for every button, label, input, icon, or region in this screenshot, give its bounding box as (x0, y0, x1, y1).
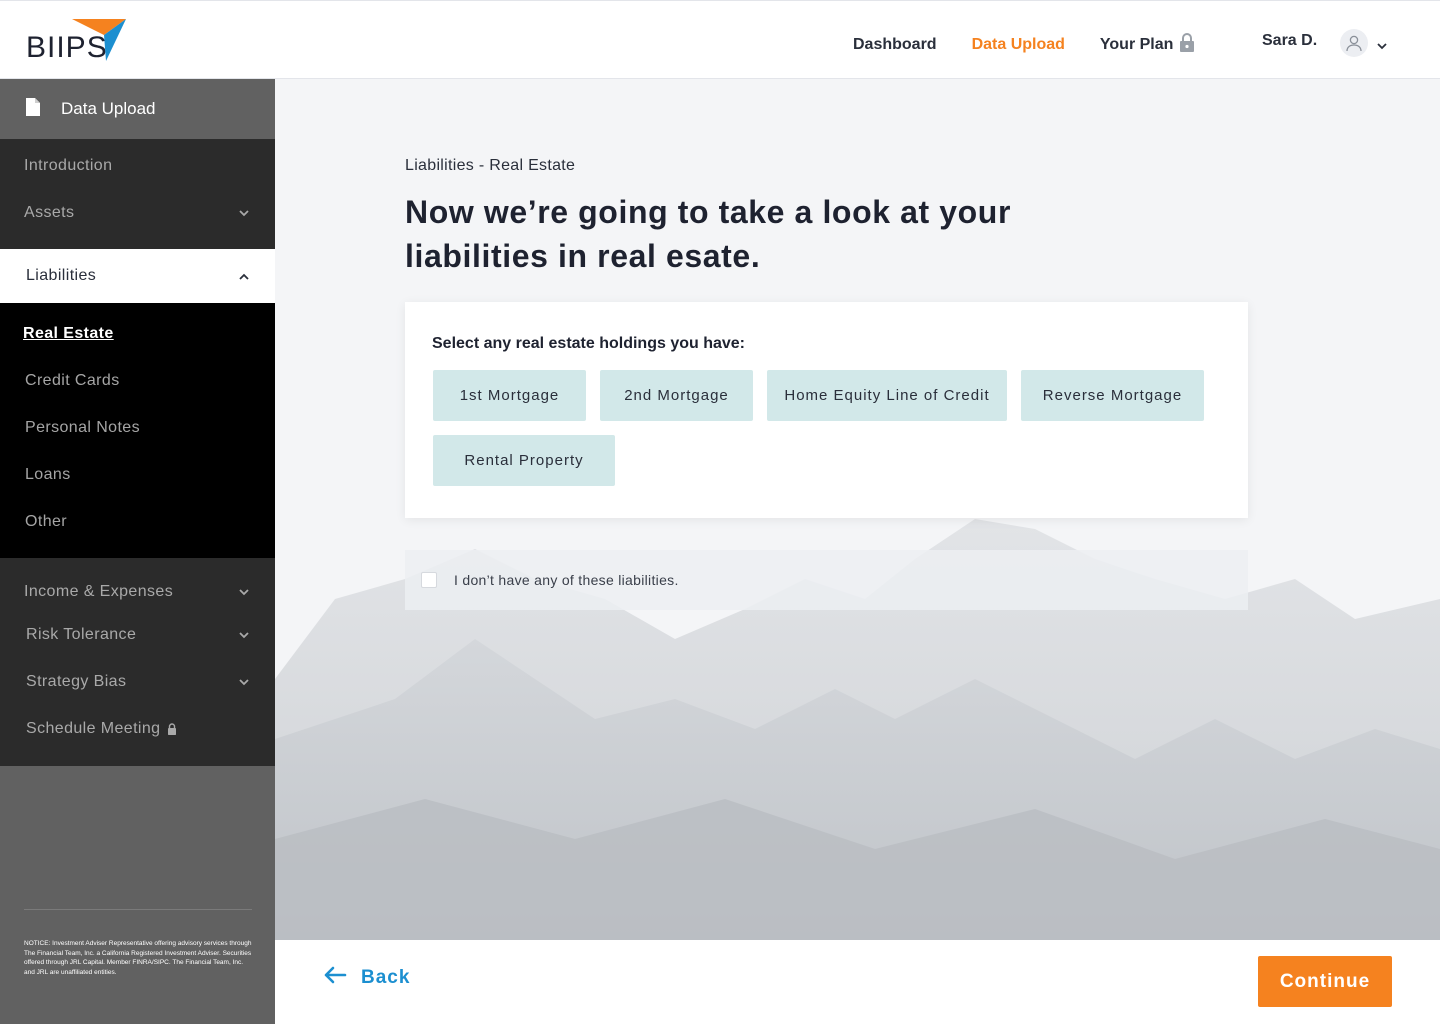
biips-logo[interactable]: BIIPS (24, 17, 128, 65)
sidebar-item-label: Risk Tolerance (26, 626, 137, 643)
option-1st-mortgage[interactable]: 1st Mortgage (433, 370, 586, 421)
page-title: Now we’re going to take a look at your l… (405, 194, 1012, 274)
subitem-credit-cards[interactable]: Credit Cards (0, 363, 275, 399)
no-liabilities-row: I don’t have any of these liabilities. (405, 550, 1248, 610)
no-liabilities-checkbox[interactable] (421, 572, 437, 588)
back-button[interactable]: Back (323, 966, 410, 990)
user-icon[interactable] (1340, 29, 1368, 57)
sidebar: Data Upload Introduction Assets Liabilit… (0, 79, 275, 1024)
chevron-down-icon (239, 204, 249, 222)
back-button-label: Back (361, 967, 411, 988)
subitem-personal-notes[interactable]: Personal Notes (0, 410, 275, 446)
sidebar-group-bottom: Income & Expenses Risk Tolerance Strateg… (0, 558, 275, 766)
sidebar-item-liabilities[interactable]: Liabilities (0, 249, 275, 303)
user-name[interactable]: Sara D. (1262, 32, 1317, 50)
sidebar-item-label: Liabilities (26, 267, 97, 284)
lock-icon (1179, 32, 1195, 57)
chevron-down-icon (239, 583, 249, 601)
chevron-down-icon[interactable] (1377, 37, 1387, 55)
options-prompt: Select any real estate holdings you have… (432, 335, 745, 352)
sidebar-section-header[interactable]: Data Upload (0, 79, 275, 139)
subitem-other[interactable]: Other (0, 504, 275, 540)
sidebar-item-income-expenses[interactable]: Income & Expenses (0, 572, 275, 612)
nav-data-upload[interactable]: Data Upload (972, 36, 1065, 54)
option-home-equity-line[interactable]: Home Equity Line of Credit (767, 370, 1007, 421)
sidebar-item-risk-tolerance[interactable]: Risk Tolerance (0, 615, 275, 655)
document-icon (25, 97, 41, 122)
breadcrumb: Liabilities - Real Estate (405, 157, 576, 174)
sidebar-section-title: Data Upload (61, 99, 156, 118)
nav-dashboard[interactable]: Dashboard (853, 36, 937, 54)
sidebar-item-strategy-bias[interactable]: Strategy Bias (0, 662, 275, 702)
sidebar-group-top: Introduction Assets (0, 139, 275, 249)
options-card: Select any real estate holdings you have… (405, 302, 1248, 518)
logo-arrow-icon (72, 19, 126, 61)
chevron-down-icon (239, 626, 249, 644)
sidebar-item-introduction[interactable]: Introduction (0, 146, 275, 186)
sidebar-item-schedule-meeting[interactable]: Schedule Meeting (0, 709, 275, 749)
lock-icon (167, 723, 177, 735)
chevron-down-icon (239, 673, 249, 691)
option-rental-property[interactable]: Rental Property (433, 435, 615, 486)
option-reverse-mortgage[interactable]: Reverse Mortgage (1021, 370, 1204, 421)
chevron-up-icon (239, 267, 249, 285)
sidebar-item-assets[interactable]: Assets (0, 193, 275, 233)
no-liabilities-label[interactable]: I don’t have any of these liabilities. (454, 572, 679, 588)
main-nav: Dashboard Data Upload Your Plan (853, 32, 1230, 57)
sidebar-item-label: Introduction (24, 157, 113, 174)
arrow-left-icon (323, 966, 347, 990)
continue-button[interactable]: Continue (1258, 956, 1392, 1007)
sidebar-item-label: Schedule Meeting (26, 720, 161, 737)
nav-your-plan[interactable]: Your Plan (1100, 32, 1196, 57)
nav-your-plan-label: Your Plan (1099, 35, 1174, 53)
nav-dashboard-label: Dashboard (853, 35, 937, 53)
sidebar-item-label: Assets (24, 204, 75, 221)
top-header: BIIPS Dashboard Data Upload Your Plan Sa… (0, 0, 1440, 79)
legal-notice: NOTICE: Investment Adviser Representativ… (24, 909, 252, 977)
subitem-loans[interactable]: Loans (0, 457, 275, 493)
liabilities-submenu: Real Estate Credit Cards Personal Notes … (0, 303, 275, 558)
option-2nd-mortgage[interactable]: 2nd Mortgage (600, 370, 753, 421)
subitem-real-estate[interactable]: Real Estate (0, 316, 275, 352)
footer-bar: Back Continue (275, 940, 1440, 1024)
sidebar-item-label: Income & Expenses (24, 583, 174, 600)
sidebar-item-label: Strategy Bias (26, 673, 127, 690)
nav-data-upload-label: Data Upload (971, 35, 1065, 53)
